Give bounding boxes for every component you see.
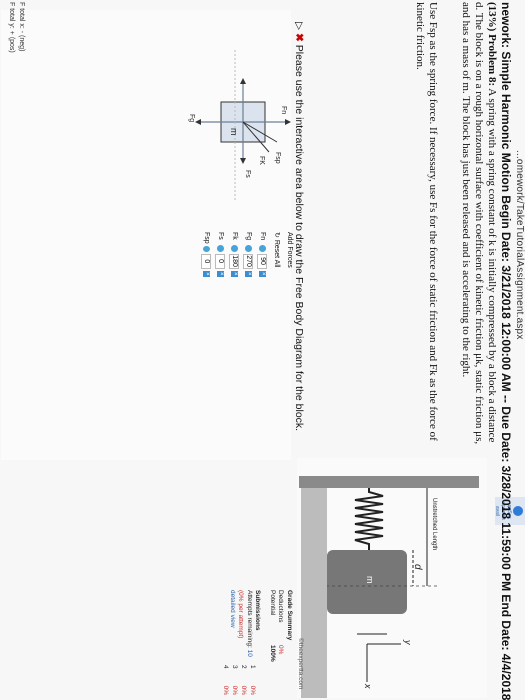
- delete-force-icon[interactable]: ×: [259, 270, 266, 277]
- angle-value[interactable]: 0: [201, 254, 212, 269]
- fn-arrowhead: [285, 119, 291, 125]
- potential-value: 100%: [269, 645, 276, 662]
- force-row-name: Fsp: [203, 232, 210, 244]
- fbd-label-fsp: Fsp: [274, 152, 281, 164]
- force-row-fsp[interactable]: Fsp 0 ×: [201, 232, 212, 277]
- force-row-fg[interactable]: Fg 270 ×: [243, 232, 254, 277]
- tally-number: 1: [249, 665, 256, 669]
- d-label: d: [412, 564, 423, 570]
- tally-row: 2 0%: [239, 665, 248, 695]
- tally-percent: 0%: [231, 685, 238, 695]
- force-toolbox: Add Forces ↻ Reset All Fn 90 × Fg 270 × …: [193, 232, 293, 277]
- fbd-instruction: ▷ ✖ Please use the interactive area belo…: [293, 22, 305, 431]
- force-row-fk[interactable]: Fk 180 ×: [229, 232, 240, 277]
- spring: [354, 488, 384, 550]
- delete-force-icon[interactable]: ×: [245, 270, 252, 277]
- photo-frame: ...omework/TakeTutorialAssignment.aspx u…: [0, 0, 525, 700]
- force-row-fn[interactable]: Fn 90 ×: [257, 232, 268, 277]
- tally-number: 2: [240, 665, 247, 669]
- tally-percent: 0%: [249, 685, 256, 695]
- delete-force-icon[interactable]: ×: [203, 270, 210, 277]
- force-row-name: Fn: [259, 232, 266, 241]
- x-label: x: [363, 684, 373, 689]
- force-row-name: Fg: [245, 232, 252, 241]
- y-label: y: [403, 640, 413, 645]
- deductions-label: Deductions: [277, 590, 285, 623]
- problem-lead: (13%) Problem 8:: [486, 2, 498, 87]
- deductions-row: Deductions 0%: [276, 590, 285, 690]
- fbd-block-label: m: [229, 128, 239, 136]
- grade-summary-title: Grade Summary: [286, 590, 293, 641]
- f-total-x-label: F total x: - (neg): [18, 2, 25, 52]
- angle-value[interactable]: 180: [229, 253, 240, 269]
- reset-all-label: Reset All: [273, 239, 280, 268]
- angle-knob-icon[interactable]: [203, 245, 210, 252]
- tally-percent: 0%: [222, 685, 229, 695]
- fg-arrowhead: [195, 119, 201, 125]
- fbd-label-fg: Fg: [188, 114, 195, 123]
- tally-number: 3: [231, 665, 238, 669]
- url-bar[interactable]: ...omework/TakeTutorialAssignment.aspx: [511, 150, 525, 530]
- angle-value[interactable]: 0: [215, 253, 226, 269]
- fbd-label-fk: FK: [258, 156, 265, 165]
- force-row-name: Fk: [231, 232, 238, 240]
- assignment-page: ...omework/TakeTutorialAssignment.aspx u…: [0, 0, 525, 700]
- attempts-value: 10: [246, 649, 253, 657]
- fk-arrowhead: [240, 78, 246, 84]
- deductions-value: 0%: [277, 645, 285, 655]
- incorrect-icon: ✖: [293, 33, 305, 42]
- tally-row: 1 0%: [248, 665, 257, 695]
- fs-arrowhead: [240, 158, 246, 164]
- tally-row: 3 0%: [230, 665, 239, 695]
- hint-triangle-icon[interactable]: ▷: [293, 22, 305, 30]
- update-icon: [513, 506, 523, 516]
- tally-number: 4: [222, 665, 229, 669]
- f-total-y-label: F total y: + (pos): [8, 2, 15, 53]
- delete-force-icon[interactable]: ×: [217, 270, 224, 277]
- block-mass-label: m: [365, 576, 375, 584]
- assignment-title: nework: Simple Harmonic Motion Begin Dat…: [499, 2, 513, 700]
- submission-tally: 1 0% 2 0% 3 0% 4 0%: [221, 665, 257, 695]
- angle-value[interactable]: 90: [257, 253, 268, 269]
- angle-value[interactable]: 270: [243, 253, 254, 269]
- potential-label: Potential: [269, 590, 276, 616]
- add-forces-button[interactable]: Add Forces: [286, 232, 293, 277]
- force-row-name: Fs: [217, 232, 224, 240]
- force-row-fs[interactable]: Fs 0 ×: [215, 232, 226, 277]
- wall: [299, 476, 479, 488]
- credit: ©theexpertta.com: [297, 638, 304, 690]
- angle-knob-icon[interactable]: [245, 245, 252, 252]
- force-instruction: Use Fsp as the spring force. If necessar…: [414, 2, 439, 441]
- angle-knob-icon[interactable]: [259, 245, 266, 252]
- reset-icon: ↻: [273, 232, 280, 238]
- delete-force-icon[interactable]: ×: [231, 270, 238, 277]
- fbd-label-fn: Fn: [280, 106, 287, 115]
- attempts-label: Attempts remaining:: [246, 590, 253, 648]
- problem-diagram: Unstretched Length d m x y: [297, 458, 487, 698]
- floor: [301, 488, 327, 698]
- problem-statement: (13%) Problem 8: A spring with a spring …: [459, 2, 498, 452]
- reset-all-button[interactable]: ↻ Reset All: [273, 232, 281, 277]
- fbd-label-fs: Fs: [244, 170, 251, 178]
- spring-block-figure: [299, 476, 479, 698]
- unstretched-length-label: Unstretched Length: [431, 498, 437, 551]
- angle-knob-icon[interactable]: [231, 245, 238, 252]
- angle-knob-icon[interactable]: [217, 245, 224, 252]
- potential-row: Potential 100%: [268, 590, 276, 690]
- fbd-instruction-text: Please use the interactive area below to…: [293, 44, 305, 432]
- tally-percent: 0%: [240, 685, 247, 695]
- tally-row: 4 0%: [221, 665, 230, 695]
